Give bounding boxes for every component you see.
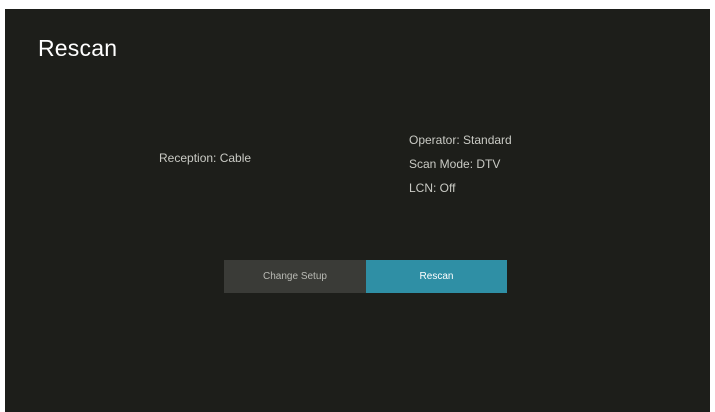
tv-screen: Rescan Reception: Cable Operator: Standa…	[5, 9, 710, 412]
operator-value: Operator: Standard	[409, 133, 512, 147]
change-setup-button[interactable]: Change Setup	[224, 260, 366, 293]
rescan-button[interactable]: Rescan	[366, 260, 507, 293]
lcn-value: LCN: Off	[409, 181, 456, 195]
scan-settings-list: Operator: Standard Scan Mode: DTV LCN: O…	[409, 128, 512, 200]
scan-mode-value: Scan Mode: DTV	[409, 157, 501, 171]
reception-value: Reception: Cable	[159, 151, 252, 165]
page-title: Rescan	[38, 35, 118, 61]
